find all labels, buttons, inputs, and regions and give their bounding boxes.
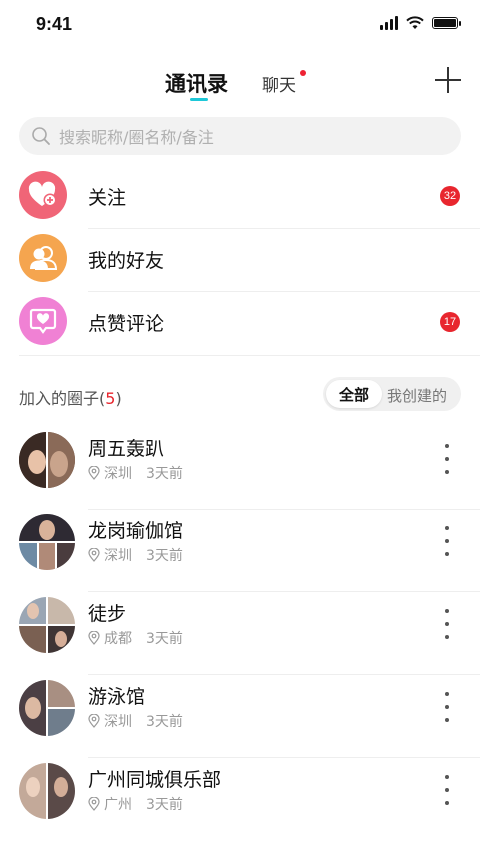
circle-location: 成都 — [104, 631, 132, 647]
location-pin-icon — [88, 631, 100, 645]
filter-all-button[interactable]: 全部 — [326, 380, 382, 408]
circle-row[interactable]: 龙岗瑜伽馆 深圳 3天前 — [0, 510, 480, 592]
status-icons — [380, 16, 461, 30]
circle-location: 深圳 — [104, 466, 132, 482]
filter-mine-button[interactable]: 我创建的 — [387, 385, 447, 406]
search-placeholder: 搜索昵称/圈名称/备注 — [59, 128, 214, 147]
header-tabs: 通讯录 聊天 — [0, 66, 480, 106]
location-pin-icon — [88, 714, 100, 728]
friends-icon — [19, 234, 67, 282]
battery-icon — [432, 17, 461, 29]
unread-dot — [300, 70, 306, 76]
circle-time: 3天前 — [146, 548, 183, 564]
circle-avatar — [19, 514, 75, 570]
more-icon[interactable] — [444, 692, 450, 722]
circle-avatar — [19, 763, 75, 819]
follow-row[interactable]: 关注 32 — [0, 165, 480, 229]
tab-active-indicator — [190, 98, 208, 101]
search-bar[interactable]: 搜索昵称/圈名称/备注 — [19, 117, 461, 155]
divider — [19, 355, 480, 356]
circle-time: 3天前 — [146, 797, 183, 813]
signal-icon — [380, 16, 398, 30]
circle-row[interactable]: 广州同城俱乐部 广州 3天前 — [0, 759, 480, 841]
circle-name: 龙岗瑜伽馆 — [88, 520, 184, 542]
circle-row[interactable]: 周五轰趴 深圳 3天前 — [0, 428, 480, 510]
search-icon — [32, 127, 50, 145]
circle-avatar — [19, 680, 75, 736]
more-icon[interactable] — [444, 526, 450, 556]
follow-label: 关注 — [88, 187, 127, 209]
likes-comments-badge: 17 — [440, 312, 460, 332]
circle-name: 周五轰趴 — [88, 438, 165, 460]
circles-count: 5 — [105, 389, 116, 408]
status-time: 9:41 — [36, 14, 73, 34]
more-icon[interactable] — [444, 775, 450, 805]
heart-comment-icon — [19, 297, 67, 345]
circle-name: 游泳馆 — [88, 686, 146, 708]
circle-time: 3天前 — [146, 631, 183, 647]
circle-meta: 深圳 3天前 — [88, 463, 183, 483]
circle-avatar — [19, 432, 75, 488]
location-pin-icon — [88, 797, 100, 811]
wifi-icon — [406, 16, 424, 29]
friends-row[interactable]: 我的好友 — [0, 228, 480, 292]
more-icon[interactable] — [444, 609, 450, 639]
circle-name: 广州同城俱乐部 — [88, 769, 222, 791]
more-icon[interactable] — [444, 444, 450, 474]
circle-avatar — [19, 597, 75, 653]
heart-plus-icon — [19, 171, 67, 219]
circle-filter: 全部 我创建的 — [323, 377, 461, 411]
likes-comments-label: 点赞评论 — [88, 313, 165, 335]
circles-header: 加入的圈子(5) — [19, 389, 122, 408]
circle-name: 徒步 — [88, 603, 127, 625]
status-bar: 9:41 — [0, 0, 480, 50]
location-pin-icon — [88, 466, 100, 480]
circle-meta: 成都 3天前 — [88, 628, 183, 648]
circle-location: 深圳 — [104, 714, 132, 730]
circles-title: 加入的圈子 — [19, 389, 100, 408]
add-button[interactable] — [434, 66, 462, 94]
tab-chat[interactable]: 聊天 — [262, 71, 296, 96]
circle-row[interactable]: 游泳馆 深圳 3天前 — [0, 676, 480, 758]
circle-row[interactable]: 徒步 成都 3天前 — [0, 593, 480, 675]
circle-location: 深圳 — [104, 548, 132, 564]
likes-comments-row[interactable]: 点赞评论 17 — [0, 291, 480, 355]
tab-contacts[interactable]: 通讯录 — [165, 68, 228, 98]
circle-meta: 广州 3天前 — [88, 794, 183, 814]
circle-meta: 深圳 3天前 — [88, 711, 183, 731]
location-pin-icon — [88, 548, 100, 562]
circle-time: 3天前 — [146, 466, 183, 482]
circle-time: 3天前 — [146, 714, 183, 730]
circle-location: 广州 — [104, 797, 132, 813]
circle-meta: 深圳 3天前 — [88, 545, 183, 565]
friends-label: 我的好友 — [88, 250, 165, 272]
follow-badge: 32 — [440, 186, 460, 206]
